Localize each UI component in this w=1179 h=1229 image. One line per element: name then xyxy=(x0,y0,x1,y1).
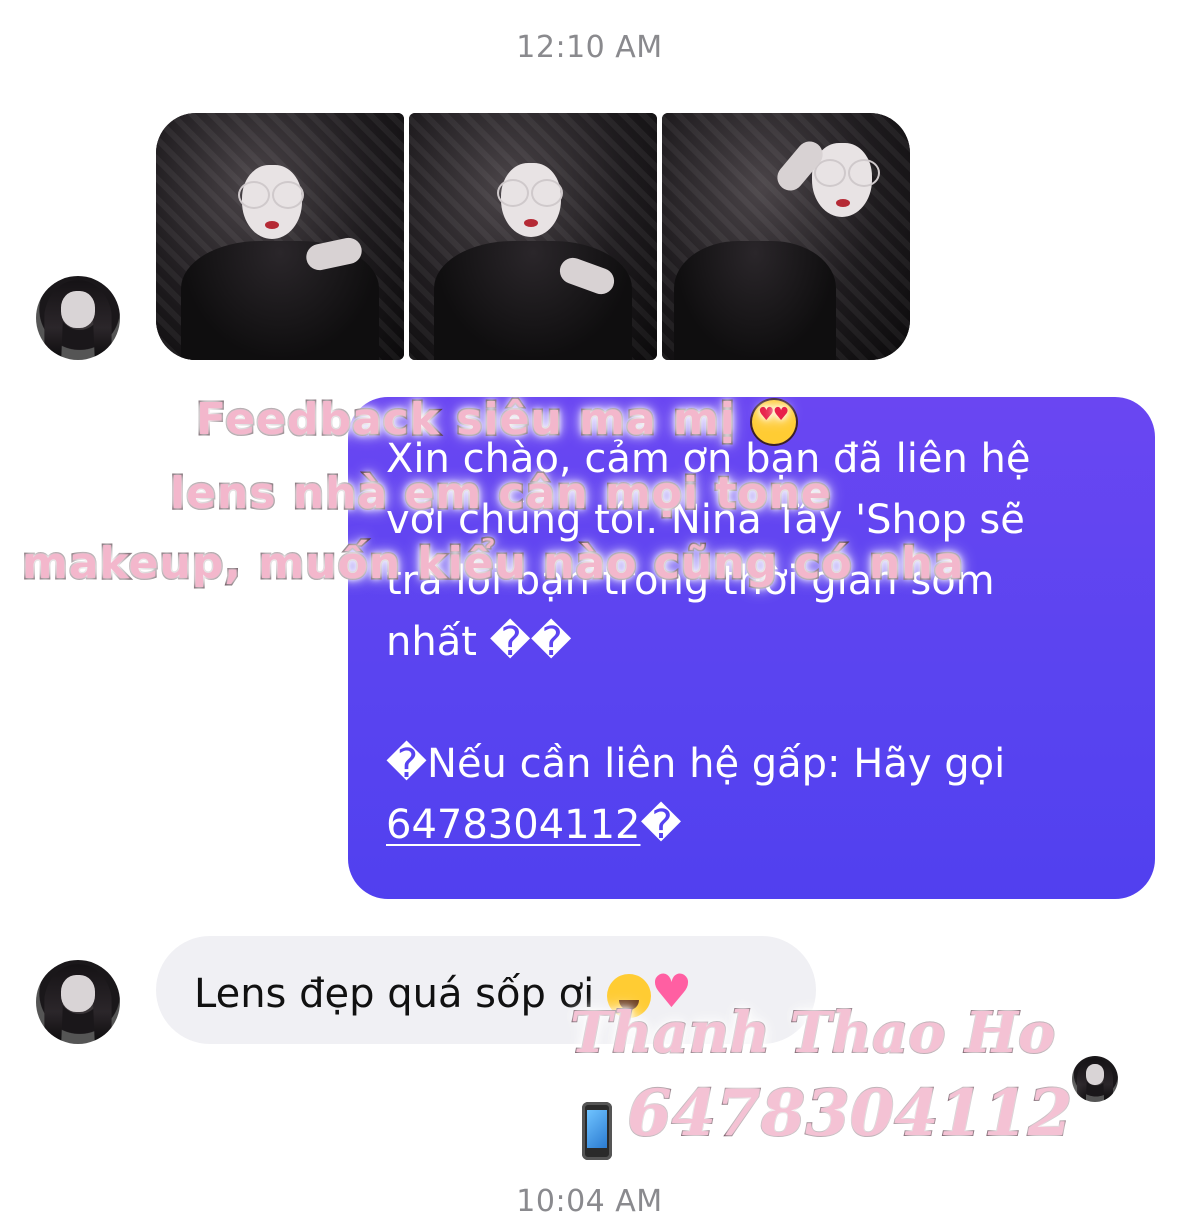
heart-eyes-icon xyxy=(752,400,797,444)
overlay-line-1: Feedback siêu ma mị xyxy=(195,393,797,447)
photo-attachment-1[interactable] xyxy=(156,113,404,360)
photo-attachment-3[interactable] xyxy=(662,113,910,360)
sender-avatar[interactable] xyxy=(36,276,120,360)
sender-avatar-2[interactable] xyxy=(36,960,120,1044)
seen-avatar xyxy=(1072,1056,1118,1102)
overlay-line-3: makeup, muốn kiểu nào cũng có nha xyxy=(20,537,965,591)
mobile-phone-icon xyxy=(582,1101,612,1160)
signature-phone: 6478304112 xyxy=(626,1075,1073,1152)
auto-reply-line-4: nhất �� xyxy=(386,619,572,665)
timestamp-top: 12:10 AM xyxy=(516,30,663,65)
photo-attachment-2[interactable] xyxy=(409,113,657,360)
timestamp-bottom: 10:04 AM xyxy=(516,1184,663,1219)
overlay-line-2: lens nhà em cân mọi tone xyxy=(169,467,833,521)
phone-suffix: � xyxy=(640,802,682,848)
signature-phone-row: 6478304112 xyxy=(582,1075,1073,1160)
auto-reply-line-5: �Nếu cần liên hệ gấp: Hãy gọi xyxy=(386,741,1006,787)
signature-name: Thanh Thao Ho xyxy=(569,999,1056,1067)
phone-number-link[interactable]: 6478304112 xyxy=(386,802,641,848)
incoming-message-text: Lens đẹp quá sốp ơi xyxy=(194,971,595,1017)
